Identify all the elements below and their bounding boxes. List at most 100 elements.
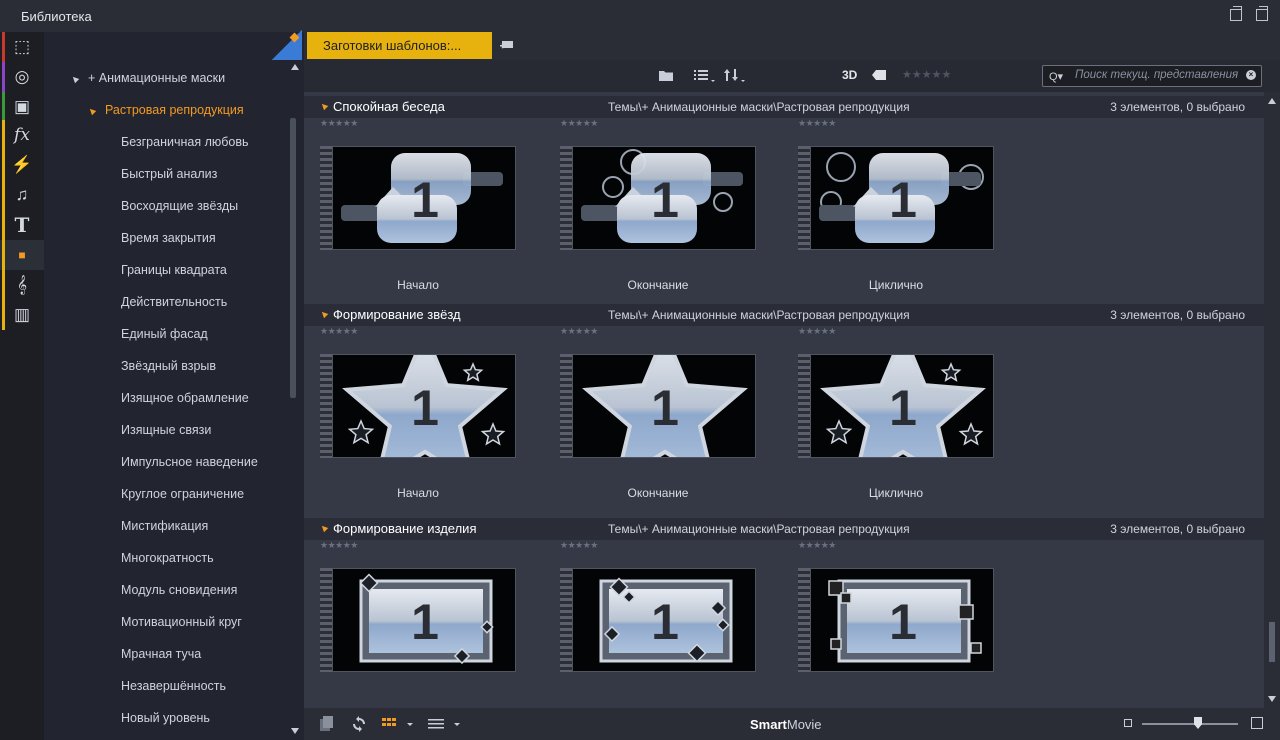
template-item[interactable]: ★★★★★ 1 Циклично — [782, 118, 994, 308]
item-thumbnail[interactable]: 1 — [320, 568, 516, 672]
template-item[interactable]: ★★★★★ 1 — [544, 540, 756, 708]
thumbnail-view-icon[interactable] — [382, 717, 414, 731]
sort-icon[interactable] — [724, 68, 746, 82]
tree-scroll-up-icon[interactable] — [291, 64, 299, 70]
scroll-up-icon[interactable] — [1268, 98, 1276, 104]
tree-leaf[interactable]: Мотивационный круг — [121, 615, 242, 629]
group-header[interactable]: Спокойная беседа Темы\+ Анимационные мас… — [304, 96, 1264, 118]
collapse-triangle-icon[interactable] — [319, 523, 329, 533]
undock-button[interactable] — [1230, 6, 1242, 21]
template-item[interactable]: ★★★★★ 1 Окончание — [544, 118, 756, 308]
sound-effects-icon[interactable]: ▥ — [0, 300, 44, 330]
tree-scrollbar[interactable] — [290, 118, 296, 398]
item-thumbnail[interactable]: 1 — [320, 146, 516, 250]
folder-icon[interactable] — [658, 69, 674, 82]
scorefitter-icon[interactable]: 𝄞 — [0, 270, 44, 300]
tree-leaf[interactable]: Новый уровень — [121, 711, 210, 725]
svg-text:1: 1 — [889, 172, 917, 228]
clear-search-icon[interactable]: × — [1246, 70, 1256, 80]
item-rating[interactable]: ★★★★★ — [798, 118, 836, 129]
item-rating[interactable]: ★★★★★ — [560, 540, 598, 551]
tree-leaf[interactable]: Восходящие звёзды — [121, 199, 238, 213]
tree-leaf[interactable]: Круглое ограничение — [121, 487, 244, 501]
item-rating[interactable]: ★★★★★ — [320, 326, 358, 337]
item-label: Циклично — [868, 278, 924, 292]
expand-triangle-icon[interactable] — [70, 74, 80, 83]
item-thumbnail[interactable]: 1 — [560, 354, 756, 458]
photos-icon[interactable]: ▣ — [0, 92, 44, 122]
item-thumbnail[interactable]: 1 — [798, 146, 994, 250]
template-item[interactable]: ★★★★★ 1 Окончание — [544, 326, 756, 516]
projects-icon[interactable]: ⬚ — [0, 32, 44, 62]
search-icon[interactable]: Q▾ — [1049, 70, 1063, 83]
item-rating[interactable]: ★★★★★ — [320, 540, 358, 551]
tree-leaf[interactable]: Изящное обрамление — [121, 391, 249, 405]
list-view-icon[interactable] — [694, 69, 716, 82]
tree-leaf[interactable]: Изящные связи — [121, 423, 211, 437]
item-rating[interactable]: ★★★★★ — [560, 326, 598, 337]
expand-triangle-icon[interactable] — [87, 106, 97, 115]
transitions-icon[interactable]: ⚡ — [0, 150, 44, 180]
item-rating[interactable]: ★★★★★ — [320, 118, 358, 129]
tree-leaf[interactable]: Быстрый анализ — [121, 167, 217, 181]
tree-leaf[interactable]: Многократность — [121, 551, 214, 565]
restore-button[interactable] — [1256, 6, 1268, 21]
item-thumbnail[interactable]: 1 — [798, 354, 994, 458]
photos-icon-glyph: ▣ — [13, 97, 31, 116]
scroll-down-icon[interactable] — [1268, 696, 1276, 702]
svg-text:1: 1 — [411, 172, 439, 228]
tree-leaf[interactable]: Модуль сновидения — [121, 583, 237, 597]
themes-icon[interactable]: ■ — [0, 240, 44, 270]
tree-leaf[interactable]: Звёздный взрыв — [121, 359, 216, 373]
details-view-icon[interactable] — [428, 717, 462, 731]
zoom-out-icon[interactable] — [1124, 719, 1132, 727]
zoom-slider[interactable] — [1142, 723, 1238, 725]
tree-leaf[interactable]: Границы квадрата — [121, 263, 227, 277]
tree-scroll-down-icon[interactable] — [291, 728, 299, 734]
tree-leaf[interactable]: Безграничная любовь — [121, 135, 249, 149]
copy-icon[interactable] — [320, 716, 334, 732]
template-item[interactable]: ★★★★★ 1 — [304, 540, 516, 708]
pin-corner-icon[interactable] — [272, 30, 302, 60]
group-header[interactable]: Формирование звёзд Темы\+ Анимационные м… — [304, 304, 1264, 326]
content-scrollbar[interactable] — [1264, 92, 1280, 708]
3d-filter-button[interactable]: 3D — [842, 68, 857, 82]
tree-node-raster-reproduction[interactable]: Растровая репродукция — [87, 103, 244, 117]
item-thumbnail[interactable]: 1 — [320, 354, 516, 458]
item-rating[interactable]: ★★★★★ — [560, 118, 598, 129]
item-thumbnail[interactable]: 1 — [560, 146, 756, 250]
search-field[interactable]: Q▾ Поиск текущ. представления × — [1042, 65, 1262, 87]
tree-leaf[interactable]: Время закрытия — [121, 231, 216, 245]
template-item[interactable]: ★★★★★ 1 Начало — [304, 326, 516, 516]
template-item[interactable]: ★★★★★ 1 Начало — [304, 118, 516, 308]
group-header[interactable]: Формирование изделия Темы\+ Анимационные… — [304, 518, 1264, 540]
tree-node-animated-masks[interactable]: + Анимационные маски — [70, 71, 225, 85]
tag-icon[interactable] — [872, 70, 886, 80]
template-item[interactable]: ★★★★★ 1 Циклично — [782, 326, 994, 516]
titles-icon[interactable]: T — [0, 210, 44, 240]
effects-icon[interactable]: fx — [0, 120, 44, 150]
rating-filter[interactable]: ★★★★★ — [902, 68, 951, 81]
video-reel-icon[interactable]: ◎ — [0, 62, 44, 92]
smartmovie-button[interactable]: SmartMovie — [750, 717, 822, 732]
tree-leaf[interactable]: Действительность — [121, 295, 227, 309]
collapse-triangle-icon[interactable] — [319, 101, 329, 111]
item-thumbnail[interactable]: 1 — [798, 568, 994, 672]
item-thumbnail[interactable]: 1 — [560, 568, 756, 672]
template-item[interactable]: ★★★★★ 1 — [782, 540, 994, 708]
item-rating[interactable]: ★★★★★ — [798, 540, 836, 551]
tab-template-presets[interactable]: Заготовки шаблонов:... — [307, 32, 492, 59]
tree-leaf[interactable]: Импульсное наведение — [121, 455, 258, 469]
search-input[interactable]: Поиск текущ. представления — [1075, 69, 1238, 81]
sync-icon[interactable] — [351, 716, 367, 732]
item-rating[interactable]: ★★★★★ — [798, 326, 836, 337]
tree-leaf[interactable]: Мистификация — [121, 519, 208, 533]
music-icon[interactable]: ♫ — [0, 180, 44, 210]
new-tab-icon[interactable] — [500, 40, 514, 50]
scroll-thumb[interactable] — [1269, 622, 1275, 662]
collapse-triangle-icon[interactable] — [319, 309, 329, 319]
tree-leaf[interactable]: Единый фасад — [121, 327, 208, 341]
tree-leaf[interactable]: Незавершённость — [121, 679, 226, 693]
zoom-in-icon[interactable] — [1251, 717, 1263, 729]
tree-leaf[interactable]: Мрачная туча — [121, 647, 201, 661]
